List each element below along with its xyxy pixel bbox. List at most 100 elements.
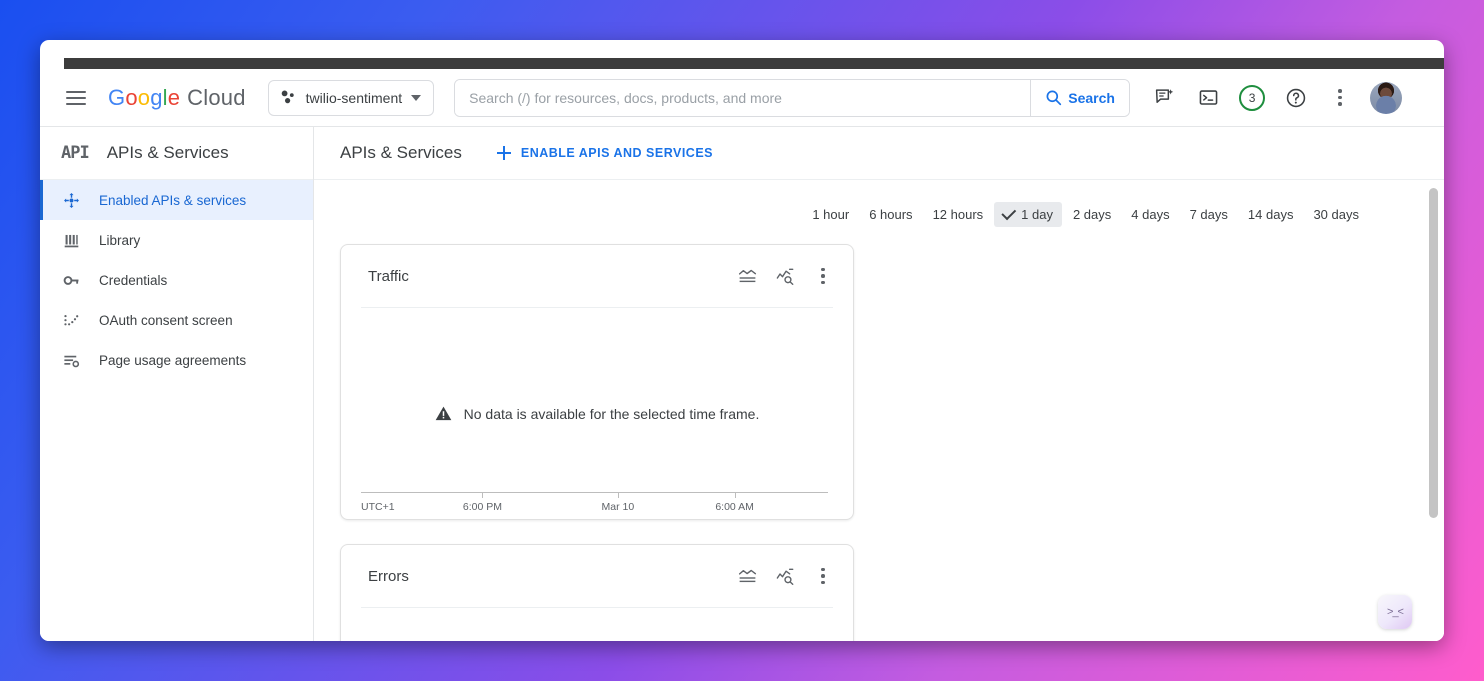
oauth-consent-icon (61, 310, 81, 330)
explore-chart-icon[interactable] (774, 565, 796, 587)
metric-card-errors: Errors (340, 544, 854, 641)
notifications-button[interactable]: 3 (1232, 78, 1272, 118)
sidebar: API APIs & Services Enabled APIs & servi… (40, 127, 314, 641)
chart-legend-icon[interactable] (736, 265, 758, 287)
time-range-1-hour[interactable]: 1 hour (803, 202, 858, 227)
main-panel: APIs & Services ENABLE APIS AND SERVICES… (314, 127, 1444, 641)
kebab-dots (1338, 89, 1342, 106)
time-range-14-days[interactable]: 14 days (1239, 202, 1303, 227)
main-header: APIs & Services ENABLE APIS AND SERVICES (314, 127, 1444, 180)
plus-icon (496, 145, 512, 161)
feedback-icon[interactable] (1144, 78, 1184, 118)
search-bar[interactable]: Search (454, 78, 1131, 117)
avatar[interactable] (1370, 81, 1403, 114)
key-icon (61, 270, 81, 290)
more-options-icon[interactable] (1320, 78, 1360, 118)
axis-tick-label: Mar 10 (601, 501, 635, 513)
project-dots-icon (281, 90, 294, 104)
sidebar-item-oauth-consent-screen[interactable]: OAuth consent screen (40, 300, 313, 340)
library-icon (61, 230, 81, 250)
card-title: Errors (368, 567, 409, 585)
kebab-dots (821, 567, 825, 585)
time-range-6-hours[interactable]: 6 hours (860, 202, 921, 227)
empty-state-text: No data is available for the selected ti… (463, 405, 760, 422)
time-range-label: 1 hour (812, 207, 850, 222)
cloud-shell-icon[interactable] (1188, 78, 1228, 118)
card-tools (736, 265, 834, 287)
kebab-dots (821, 267, 825, 285)
time-range-1-day[interactable]: 1 day (994, 202, 1062, 227)
gcp-top-header: Google Cloud twilio-sentiment Search (/)… (40, 69, 1444, 127)
assistant-fab[interactable]: >_< (1378, 595, 1412, 629)
enable-button-label: ENABLE APIS AND SERVICES (520, 146, 714, 160)
card-body: No data is available for the selected ti… (341, 308, 853, 519)
help-icon[interactable] (1276, 78, 1316, 118)
logo-letter-g: G (108, 84, 126, 110)
search-input[interactable] (455, 79, 1031, 116)
sidebar-item-label: Page usage agreements (99, 352, 247, 368)
search-icon (1046, 90, 1062, 106)
empty-state: No data is available for the selected ti… (341, 406, 853, 422)
browser-chrome-strip (64, 58, 1444, 69)
chevron-down-icon (411, 94, 422, 101)
search-button-label: Search (1068, 89, 1115, 106)
time-range-label: 6 hours (869, 207, 913, 222)
logo-letter-g2: g (150, 84, 163, 110)
card-more-icon[interactable] (812, 565, 834, 587)
card-body: No data is available for the selected ti… (341, 608, 853, 641)
time-range-selector: 1 hour 6 hours 12 hours 1 day 2 days 4 d… (340, 180, 1416, 227)
sidebar-item-library[interactable]: Library (40, 220, 313, 260)
api-product-icon: API (61, 143, 90, 163)
time-range-2-days[interactable]: 2 days (1064, 202, 1120, 227)
page-title: APIs & Services (340, 143, 462, 162)
search-button[interactable]: Search (1030, 79, 1130, 116)
enable-apis-and-services-button[interactable]: ENABLE APIS AND SERVICES (496, 145, 713, 161)
logo-letter-o2: o (137, 84, 151, 110)
sidebar-item-enabled-apis[interactable]: Enabled APIs & services (40, 180, 313, 220)
sidebar-item-label: OAuth consent screen (99, 312, 233, 328)
logo-word-cloud: Cloud (187, 84, 246, 110)
time-range-7-days[interactable]: 7 days (1181, 202, 1237, 227)
time-range-12-hours[interactable]: 12 hours (924, 202, 993, 227)
dashboard-scroll-area: 1 hour 6 hours 12 hours 1 day 2 days 4 d… (314, 180, 1444, 641)
sidebar-item-credentials[interactable]: Credentials (40, 260, 313, 300)
time-range-label: 14 days (1247, 207, 1294, 222)
warning-icon (435, 406, 451, 421)
time-range-label: 2 days (1072, 207, 1112, 222)
check-icon (1001, 204, 1017, 220)
card-more-icon[interactable] (812, 265, 834, 287)
vertical-scrollbar[interactable] (1429, 188, 1438, 518)
browser-window: Google Cloud twilio-sentiment Search (/)… (40, 40, 1444, 641)
feedback-glyph (1155, 89, 1173, 103)
header-actions: 3 (1144, 78, 1403, 118)
time-range-label: 4 days (1131, 207, 1170, 222)
sidebar-item-label: Library (99, 232, 141, 248)
axis-tick-label: 6:00 AM (715, 501, 754, 513)
chart-x-axis: UTC+1 6:00 PM Mar 10 6:00 AM (361, 492, 828, 513)
metric-cards: Traffic No data is available for the sel… (340, 227, 1416, 641)
sidebar-product-title: APIs & Services (106, 143, 229, 162)
chart-legend-icon[interactable] (736, 565, 758, 587)
axis-tick-label: 6:00 PM (462, 501, 502, 513)
sidebar-item-label: Credentials (99, 272, 168, 288)
logo-letter-e: e (167, 84, 181, 110)
time-range-label: 30 days (1313, 207, 1359, 222)
project-name: twilio-sentiment (305, 89, 403, 106)
notifications-badge: 3 (1239, 84, 1266, 111)
card-header: Traffic (341, 245, 853, 307)
time-range-label: 7 days (1189, 207, 1228, 222)
content-area: API APIs & Services Enabled APIs & servi… (40, 127, 1444, 641)
time-range-label: 1 day (1021, 207, 1053, 222)
card-header: Errors (341, 545, 853, 607)
google-cloud-logo[interactable]: Google Cloud (108, 85, 246, 111)
explore-chart-icon[interactable] (774, 265, 796, 287)
page-usage-agreements-icon (61, 350, 81, 370)
sidebar-item-page-usage-agreements[interactable]: Page usage agreements (40, 340, 313, 380)
time-range-4-days[interactable]: 4 days (1122, 202, 1178, 227)
enabled-apis-icon (61, 190, 81, 210)
hamburger-icon[interactable] (54, 78, 98, 118)
axis-timezone-label: UTC+1 (361, 501, 395, 513)
time-range-30-days[interactable]: 30 days (1304, 202, 1368, 227)
project-selector[interactable]: twilio-sentiment (267, 79, 435, 116)
sidebar-item-label: Enabled APIs & services (99, 192, 247, 208)
